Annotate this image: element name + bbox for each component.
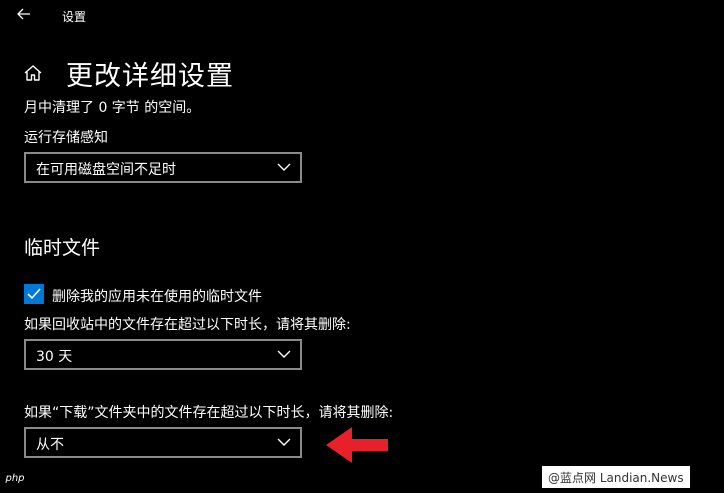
recycle-bin-value: 30 天 [36, 349, 73, 365]
downloads-value: 从不 [36, 437, 64, 453]
downloads-label: 如果“下载”文件夹中的文件存在超过以下时长，请将其删除: [24, 405, 394, 421]
temp-files-heading: 临时文件 [24, 237, 101, 259]
page-title: 更改详细设置 [66, 61, 234, 92]
chevron-down-icon [277, 163, 291, 171]
back-button[interactable] [14, 4, 34, 24]
window-title: 设置 [62, 10, 87, 24]
red-arrow-icon [326, 427, 388, 463]
checkmark-icon [27, 288, 41, 300]
site-watermark: @蓝点网 Landian.News [542, 466, 690, 488]
delete-app-temp-checkbox[interactable] [24, 284, 44, 304]
delete-app-temp-label: 删除我的应用未在使用的临时文件 [52, 289, 262, 305]
home-button[interactable] [23, 63, 43, 83]
run-storage-sense-value: 在可用磁盘空间不足时 [36, 162, 176, 178]
downloads-dropdown[interactable]: 从不 [24, 427, 302, 458]
run-storage-sense-dropdown[interactable]: 在可用磁盘空间不足时 [24, 152, 302, 183]
freed-space-text: 月中清理了 0 字节 的空间。 [24, 100, 201, 116]
chevron-down-icon [277, 350, 291, 358]
home-icon [24, 65, 42, 81]
php-watermark: php [5, 472, 25, 484]
recycle-bin-dropdown[interactable]: 30 天 [24, 339, 302, 370]
back-arrow-icon [17, 8, 30, 20]
chevron-down-icon [277, 438, 291, 446]
recycle-bin-label: 如果回收站中的文件存在超过以下时长，请将其删除: [24, 317, 351, 333]
run-storage-sense-label: 运行存储感知 [24, 130, 108, 146]
